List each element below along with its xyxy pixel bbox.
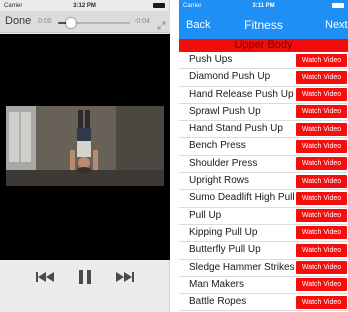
status-bar: Carrier 3:12 PM <box>0 0 169 11</box>
exercise-name: Bench Press <box>189 140 246 152</box>
watch-video-button[interactable]: Watch Video <box>296 295 347 309</box>
player-control-bar: Done 0:00 -0:04 <box>0 11 170 33</box>
watch-video-button[interactable]: Watch Video <box>296 88 347 102</box>
exercise-name: Butterfly Pull Up <box>189 244 261 256</box>
list-item[interactable]: Battle Ropes Watch Video <box>179 294 348 312</box>
scrubber-track[interactable] <box>58 18 130 28</box>
watch-video-button[interactable]: Watch Video <box>296 191 347 205</box>
battery-icon <box>153 3 165 8</box>
exercise-name: Pull Up <box>189 209 222 221</box>
exercise-list: Push Ups Watch Video Diamond Push Up Watch … <box>179 52 348 312</box>
watch-video-button[interactable]: Watch Video <box>296 209 347 223</box>
watch-video-button[interactable]: Watch Video <box>296 105 347 119</box>
navigation-bar: Back Fitness Next <box>179 11 348 39</box>
list-item[interactable]: Push Ups Watch Video <box>179 52 348 70</box>
exercise-name: Sprawl Push Up <box>189 105 261 117</box>
exercise-name: Sledge Hammer Strikes <box>189 261 295 273</box>
list-item[interactable]: Bench Press Watch Video <box>179 138 348 156</box>
video-player-screen: Carrier 3:12 PM Done 0:00 -0:04 <box>0 0 170 312</box>
list-item[interactable]: Sprawl Push Up Watch Video <box>179 104 348 122</box>
watch-video-button[interactable]: Watch Video <box>296 139 347 153</box>
done-button[interactable]: Done <box>5 15 31 27</box>
list-item[interactable]: Man Makers Watch Video <box>179 277 348 295</box>
exercise-name: Kipping Pull Up <box>189 226 258 238</box>
remaining-time: -0:04 <box>134 18 150 25</box>
list-item[interactable]: Butterfly Pull Up Watch Video <box>179 242 348 260</box>
list-item[interactable]: Sledge Hammer Strikes Watch Video <box>179 260 348 277</box>
exercise-name: Hand Release Push Up <box>189 88 294 100</box>
watch-video-button[interactable]: Watch Video <box>296 243 347 257</box>
list-item[interactable]: Shoulder Press Watch Video <box>179 156 348 174</box>
status-time: 3:12 PM <box>73 2 96 9</box>
list-item[interactable]: Sumo Deadlift High Pull Watch Video <box>179 190 348 208</box>
exercise-name: Sumo Deadlift High Pull <box>189 192 295 204</box>
list-item[interactable]: Hand Release Push Up Watch Video <box>179 87 348 104</box>
next-button[interactable]: Next <box>325 19 348 31</box>
watch-video-button[interactable]: Watch Video <box>296 226 347 240</box>
exercise-name: Diamond Push Up <box>189 71 271 83</box>
video-frame <box>6 106 164 186</box>
watch-video-button[interactable]: Watch Video <box>296 261 347 275</box>
fast-forward-icon[interactable] <box>114 262 136 292</box>
section-header: Upper Body <box>179 39 348 52</box>
watch-video-button[interactable]: Watch Video <box>296 122 347 136</box>
video-area[interactable] <box>0 34 170 260</box>
list-item[interactable]: Upright Rows Watch Video <box>179 173 348 191</box>
exercise-name: Shoulder Press <box>189 157 258 169</box>
scrubber-thumb[interactable] <box>65 18 76 28</box>
elapsed-time: 0:00 <box>38 18 52 25</box>
exercise-name: Hand Stand Push Up <box>189 123 283 135</box>
exercise-name: Man Makers <box>189 278 245 290</box>
list-item[interactable]: Kipping Pull Up Watch Video <box>179 225 348 243</box>
list-item[interactable]: Pull Up Watch Video <box>179 208 348 225</box>
watch-video-button[interactable]: Watch Video <box>296 70 347 84</box>
pause-icon[interactable] <box>74 262 96 292</box>
watch-video-button[interactable]: Watch Video <box>296 53 347 67</box>
watch-video-button[interactable]: Watch Video <box>296 157 347 171</box>
transport-controls <box>0 262 170 292</box>
watch-video-button[interactable]: Watch Video <box>296 174 347 188</box>
exercise-name: Upright Rows <box>189 175 250 187</box>
list-item[interactable]: Diamond Push Up Watch Video <box>179 69 348 87</box>
watch-video-button[interactable]: Watch Video <box>296 278 347 292</box>
rewind-icon[interactable] <box>34 262 56 292</box>
exercise-name: Push Ups <box>189 54 233 65</box>
battery-icon <box>332 3 344 8</box>
status-time: 3:11 PM <box>252 2 275 9</box>
exercise-name: Battle Ropes <box>189 296 247 308</box>
fullscreen-icon[interactable] <box>157 17 166 30</box>
fitness-list-screen: Carrier 3:11 PM Back Fitness Next Upper … <box>179 0 348 312</box>
status-bar: Carrier 3:11 PM <box>179 0 348 11</box>
page-title: Fitness <box>244 18 283 32</box>
list-item[interactable]: Hand Stand Push Up Watch Video <box>179 121 348 139</box>
